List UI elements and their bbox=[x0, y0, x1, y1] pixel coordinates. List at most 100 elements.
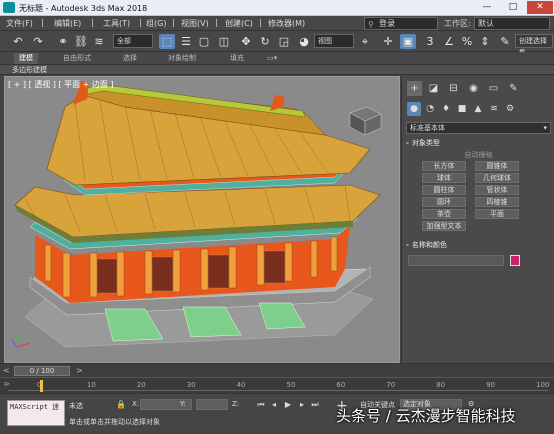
timeline-tick-label: 90 bbox=[486, 381, 496, 389]
geometry-icon[interactable]: ● bbox=[407, 102, 421, 116]
object-name-field[interactable] bbox=[408, 255, 504, 266]
rectangular-selection-icon[interactable]: ▢ bbox=[196, 34, 212, 49]
sign-in-field[interactable]: ⚲ 登录 bbox=[364, 17, 438, 30]
scale-icon[interactable]: ◲ bbox=[276, 34, 292, 49]
keyboard-shortcut-override-icon[interactable]: ▣ bbox=[400, 34, 416, 49]
menu-tools[interactable]: 工具(T) bbox=[103, 18, 130, 29]
maximize-button[interactable]: □ bbox=[500, 1, 526, 14]
space-warps-icon[interactable]: ≋ bbox=[487, 102, 501, 116]
unlink-icon[interactable]: ⛓ bbox=[73, 34, 89, 49]
tube-button[interactable]: 管状体 bbox=[475, 185, 519, 195]
link-icon[interactable]: ⚭ bbox=[55, 34, 71, 49]
minimize-button[interactable]: — bbox=[474, 1, 500, 14]
bind-space-warp-icon[interactable]: ≋ bbox=[91, 34, 107, 49]
helpers-icon[interactable]: ▲ bbox=[471, 102, 485, 116]
menu-modifiers[interactable]: 修改器(M) bbox=[268, 18, 305, 29]
prompt-line: 单击或单击并拖动以选择对象 bbox=[69, 418, 160, 426]
text-plus-button[interactable]: 加强型文本 bbox=[422, 221, 466, 231]
edit-named-selection-icon[interactable]: ✎ bbox=[497, 34, 513, 49]
menu-separator: | bbox=[172, 18, 175, 27]
ribbon-options-icon[interactable]: ▭▾ bbox=[262, 53, 282, 64]
polygon-modeling-label[interactable]: 多边形建模 bbox=[12, 65, 47, 75]
time-slider-knob[interactable]: 0 / 100 bbox=[14, 366, 70, 376]
display-panel-icon[interactable]: ▭ bbox=[486, 81, 501, 96]
next-frame-icon[interactable]: ▸ bbox=[296, 399, 308, 410]
select-by-name-icon[interactable]: ☰ bbox=[178, 34, 194, 49]
time-slider-left-arrow-icon[interactable]: < bbox=[3, 366, 10, 375]
cone-button[interactable]: 圆锥体 bbox=[475, 161, 519, 171]
pivot-center-icon[interactable]: ⌖ bbox=[357, 34, 373, 49]
modify-panel-icon[interactable]: ◪ bbox=[426, 81, 441, 96]
plane-button[interactable]: 平面 bbox=[475, 209, 519, 219]
select-object-icon[interactable]: ⬚ bbox=[159, 34, 175, 49]
timeline-tick-label: 60 bbox=[336, 381, 346, 389]
viewport-label[interactable]: [ + ] [ 透视 ] [ 平面 + 边面 ] bbox=[8, 79, 114, 90]
manipulate-icon[interactable]: ✛ bbox=[380, 34, 396, 49]
track-bar[interactable]: ⊳ 0102030405060708090100 bbox=[0, 377, 554, 393]
close-button[interactable]: ✕ bbox=[527, 1, 553, 14]
cameras-icon[interactable]: ■ bbox=[455, 102, 469, 116]
go-to-end-icon[interactable]: ⏭ bbox=[309, 399, 321, 410]
utilities-panel-icon[interactable]: ✎ bbox=[506, 81, 521, 96]
ribbon-tab-selection[interactable]: 选择 bbox=[118, 53, 142, 64]
object-color-swatch[interactable] bbox=[510, 255, 520, 266]
spinner-snap-icon[interactable]: ⇕ bbox=[477, 34, 493, 49]
name-and-color-rollout[interactable]: - 名称和颜色 bbox=[406, 240, 551, 251]
lights-icon[interactable]: ♦ bbox=[439, 102, 453, 116]
object-type-rollout[interactable]: - 对象类型 bbox=[406, 138, 551, 149]
undo-icon[interactable]: ↶ bbox=[10, 34, 26, 49]
sphere-button[interactable]: 球体 bbox=[422, 173, 466, 183]
shapes-icon[interactable]: ◔ bbox=[423, 102, 437, 116]
workspace-label: 工作区: bbox=[444, 19, 471, 28]
time-slider-right-arrow-icon[interactable]: > bbox=[76, 366, 83, 375]
perspective-viewport[interactable]: [ + ] [ 透视 ] [ 平面 + 边面 ] bbox=[4, 76, 400, 363]
ribbon-tab-object-paint[interactable]: 对象绘制 bbox=[163, 53, 201, 64]
timeline-tick-label: 80 bbox=[436, 381, 446, 389]
maxscript-listener[interactable]: MAXScript 迷 bbox=[7, 400, 65, 426]
time-slider[interactable]: < 0 / 100 > bbox=[0, 363, 554, 377]
hierarchy-panel-icon[interactable]: ⊟ bbox=[446, 81, 461, 96]
current-frame-marker[interactable] bbox=[40, 380, 43, 392]
rotate-icon[interactable]: ↻ bbox=[257, 34, 273, 49]
menu-edit[interactable]: 编辑(E) bbox=[54, 18, 81, 29]
reference-coordinate-dropdown[interactable]: 视图 bbox=[314, 34, 354, 48]
motion-panel-icon[interactable]: ◉ bbox=[466, 81, 481, 96]
pyramid-button[interactable]: 四棱锥 bbox=[475, 197, 519, 207]
systems-icon[interactable]: ⚙ bbox=[503, 102, 517, 116]
menu-group[interactable]: 组(G) bbox=[146, 18, 166, 29]
play-icon[interactable]: ▶ bbox=[282, 399, 294, 410]
menu-separator: | bbox=[215, 18, 218, 27]
move-icon[interactable]: ✥ bbox=[238, 34, 254, 49]
torus-button[interactable]: 圆环 bbox=[422, 197, 466, 207]
box-button[interactable]: 长方体 bbox=[422, 161, 466, 171]
window-crossing-icon[interactable]: ◫ bbox=[216, 34, 232, 49]
ribbon-tab-freeform[interactable]: 自由形式 bbox=[58, 53, 96, 64]
ribbon-tab-modeling[interactable]: 建模 bbox=[14, 53, 38, 64]
autogrid-checkbox[interactable]: 自动栅格 bbox=[402, 150, 554, 160]
viewcube bbox=[349, 106, 382, 136]
palace-model bbox=[10, 81, 382, 348]
cylinder-button[interactable]: 圆柱体 bbox=[422, 185, 466, 195]
go-to-start-icon[interactable]: ⏮ bbox=[255, 399, 267, 410]
previous-frame-icon[interactable]: ◂ bbox=[268, 399, 280, 410]
menu-views[interactable]: 视图(V) bbox=[181, 18, 209, 29]
lock-icon[interactable]: 🔒 bbox=[116, 400, 126, 409]
y-coordinate-field[interactable] bbox=[196, 399, 228, 410]
redo-icon[interactable]: ↷ bbox=[30, 34, 46, 49]
teapot-button[interactable]: 茶壶 bbox=[422, 209, 466, 219]
menu-create[interactable]: 创建(C) bbox=[225, 18, 253, 29]
menu-file[interactable]: 文件(F) bbox=[6, 18, 33, 29]
percent-snap-icon[interactable]: % bbox=[459, 34, 475, 49]
z-label: Z: bbox=[232, 400, 240, 408]
snaps-toggle-icon[interactable]: 3 bbox=[422, 34, 438, 49]
ribbon-tab-populate[interactable]: 填充 bbox=[225, 53, 249, 64]
primitive-category-dropdown[interactable]: 标准基本体 ▾ bbox=[406, 122, 551, 134]
mini-curve-editor-icon[interactable]: ⊳ bbox=[4, 380, 10, 388]
named-selection-sets-dropdown[interactable]: 创建选择集 bbox=[515, 34, 553, 57]
selection-filter-dropdown[interactable]: 全部 bbox=[113, 34, 153, 48]
create-panel-icon[interactable]: + bbox=[407, 81, 422, 96]
workspace-dropdown[interactable]: 默认 bbox=[474, 17, 550, 30]
geosphere-button[interactable]: 几何球体 bbox=[475, 173, 519, 183]
angle-snap-icon[interactable]: ∠ bbox=[441, 34, 457, 49]
place-icon[interactable]: ◕ bbox=[296, 34, 312, 49]
